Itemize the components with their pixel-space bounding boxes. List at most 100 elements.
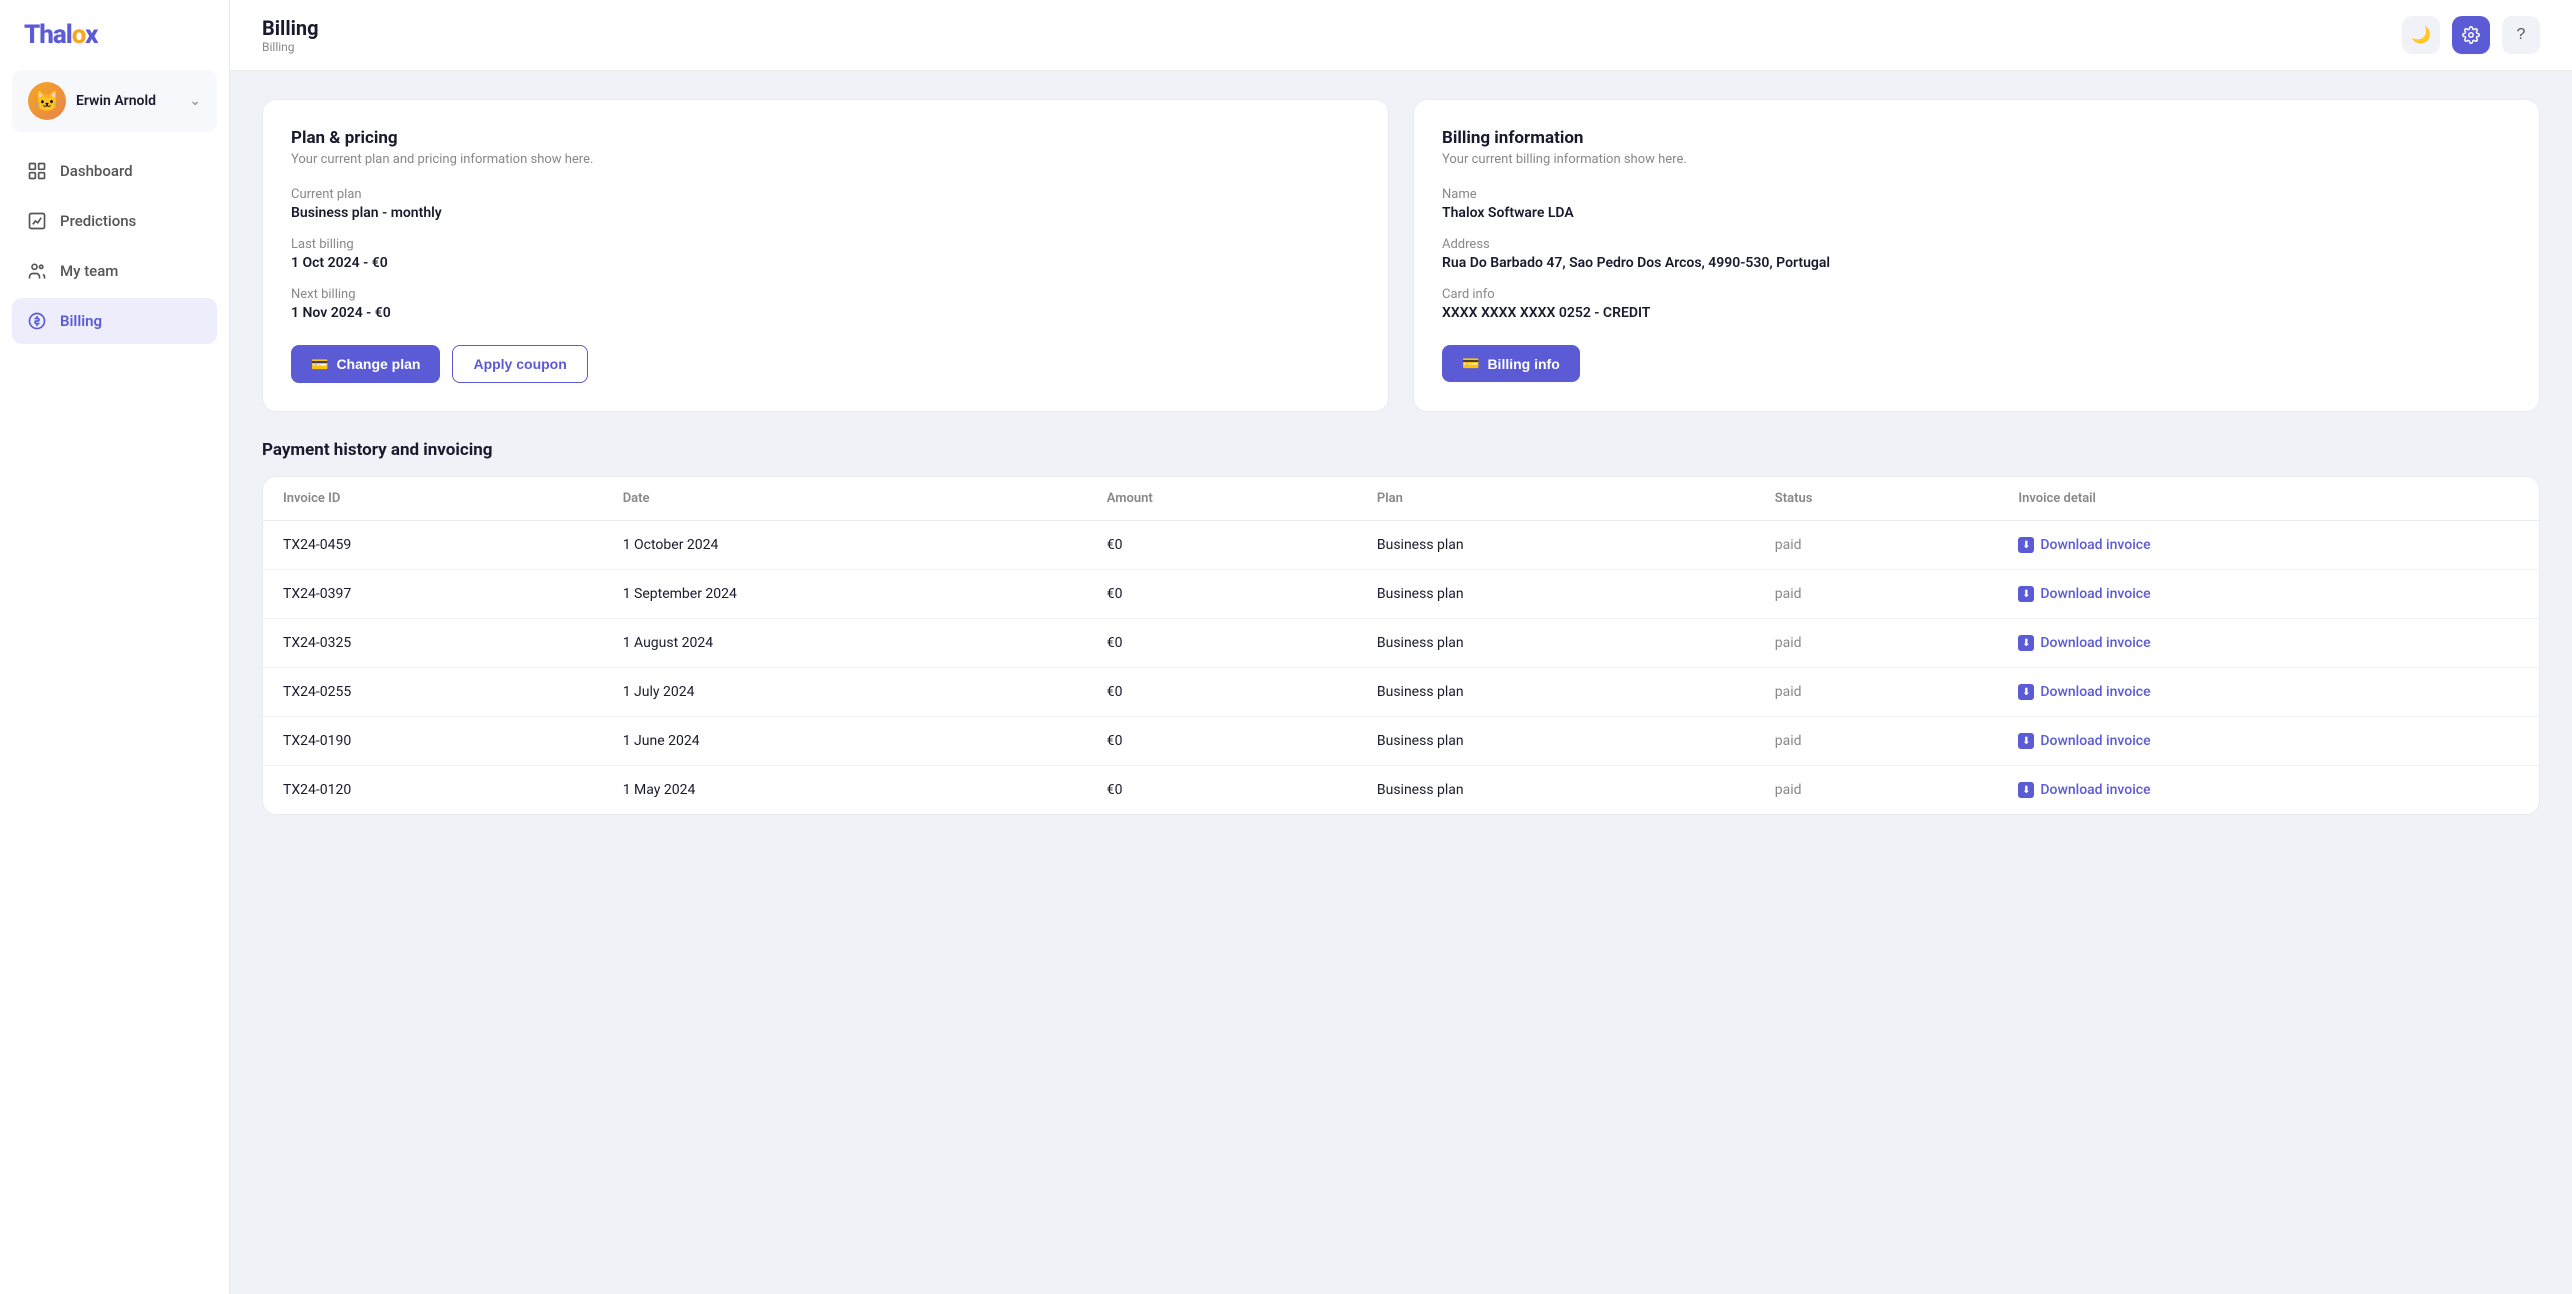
current-plan-section: Current plan Business plan - monthly [291,187,1360,221]
cell-date: 1 July 2024 [603,668,1087,717]
cell-invoice-detail: ⬇ Download invoice [1998,570,2539,619]
col-date: Date [603,477,1087,521]
cell-invoice-id: TX24-0190 [263,717,603,766]
download-invoice-link[interactable]: ⬇ Download invoice [2018,635,2519,651]
payment-history-section: Payment history and invoicing Invoice ID… [262,440,2540,815]
main-area: Billing Billing 🌙 ? Plan & pricing Your … [230,0,2572,1294]
user-section[interactable]: 🐱 Erwin Arnold ⌄ [12,70,217,132]
plan-card-actions: 💳 Change plan Apply coupon [291,345,1360,383]
billing-icon [26,310,48,332]
sidebar-item-label: My team [60,262,118,280]
billing-card-subtitle: Your current billing information show he… [1442,152,2511,167]
card-info-label: Card info [1442,287,2511,302]
last-billing-value: 1 Oct 2024 - €0 [291,255,1360,271]
cell-amount: €0 [1087,521,1357,570]
content-area: Plan & pricing Your current plan and pri… [230,71,2572,1294]
invoices-table-container: Invoice ID Date Amount Plan Status Invoi… [262,476,2540,815]
download-icon: ⬇ [2018,733,2034,749]
sidebar: Thalox 🐱 Erwin Arnold ⌄ Dashboard [0,0,230,1294]
download-invoice-link[interactable]: ⬇ Download invoice [2018,537,2519,553]
billing-address-section: Address Rua Do Barbado 47, Sao Pedro Dos… [1442,237,2511,271]
cell-amount: €0 [1087,668,1357,717]
page-title: Billing [262,16,319,40]
sidebar-item-label: Dashboard [60,162,133,180]
col-invoice-id: Invoice ID [263,477,603,521]
user-name: Erwin Arnold [76,93,189,109]
billing-card-actions: 💳 Billing info [1442,345,2511,382]
billing-name-section: Name Thalox Software LDA [1442,187,2511,221]
cell-plan: Business plan [1357,619,1755,668]
apply-coupon-button[interactable]: Apply coupon [452,345,587,383]
download-invoice-link[interactable]: ⬇ Download invoice [2018,733,2519,749]
avatar-emoji: 🐱 [35,89,60,113]
cell-plan: Business plan [1357,717,1755,766]
col-invoice-detail: Invoice detail [1998,477,2539,521]
cell-amount: €0 [1087,717,1357,766]
cell-status: paid [1755,668,1999,717]
current-plan-label: Current plan [291,187,1360,202]
chevron-down-icon: ⌄ [189,93,201,109]
cell-invoice-detail: ⬇ Download invoice [1998,668,2539,717]
cell-invoice-detail: ⬇ Download invoice [1998,766,2539,815]
last-billing-label: Last billing [291,237,1360,252]
cell-status: paid [1755,619,1999,668]
theme-toggle-button[interactable]: 🌙 [2402,16,2440,54]
table-row: TX24-0190 1 June 2024 €0 Business plan p… [263,717,2539,766]
cell-amount: €0 [1087,766,1357,815]
invoices-table: Invoice ID Date Amount Plan Status Invoi… [263,477,2539,814]
cell-invoice-id: TX24-0120 [263,766,603,815]
download-invoice-link[interactable]: ⬇ Download invoice [2018,782,2519,798]
cell-invoice-id: TX24-0459 [263,521,603,570]
settings-button[interactable] [2452,16,2490,54]
cell-plan: Business plan [1357,766,1755,815]
logo: Thalox [0,0,229,70]
sidebar-item-my-team[interactable]: My team [12,248,217,294]
sidebar-item-predictions[interactable]: Predictions [12,198,217,244]
change-plan-button[interactable]: 💳 Change plan [291,345,440,383]
download-icon: ⬇ [2018,782,2034,798]
sidebar-item-label: Predictions [60,212,136,230]
col-plan: Plan [1357,477,1755,521]
billing-card-section: Card info XXXX XXXX XXXX 0252 - CREDIT [1442,287,2511,321]
header-right: 🌙 ? [2402,16,2540,54]
breadcrumb: Billing [262,40,319,54]
cell-status: paid [1755,570,1999,619]
download-invoice-link[interactable]: ⬇ Download invoice [2018,586,2519,602]
table-header: Invoice ID Date Amount Plan Status Invoi… [263,477,2539,521]
cell-invoice-id: TX24-0325 [263,619,603,668]
billing-card-title: Billing information [1442,128,2511,148]
last-billing-section: Last billing 1 Oct 2024 - €0 [291,237,1360,271]
sidebar-item-dashboard[interactable]: Dashboard [12,148,217,194]
grid-icon [26,160,48,182]
download-icon: ⬇ [2018,684,2034,700]
team-icon [26,260,48,282]
help-button[interactable]: ? [2502,16,2540,54]
table-row: TX24-0325 1 August 2024 €0 Business plan… [263,619,2539,668]
sidebar-item-label: Billing [60,312,102,330]
download-icon: ⬇ [2018,537,2034,553]
cell-status: paid [1755,766,1999,815]
download-icon: ⬇ [2018,635,2034,651]
cell-amount: €0 [1087,570,1357,619]
download-invoice-link[interactable]: ⬇ Download invoice [2018,684,2519,700]
cell-date: 1 October 2024 [603,521,1087,570]
sidebar-item-billing[interactable]: Billing [12,298,217,344]
card-info-value: XXXX XXXX XXXX 0252 - CREDIT [1442,305,2511,321]
cell-status: paid [1755,717,1999,766]
cell-plan: Business plan [1357,570,1755,619]
cell-date: 1 August 2024 [603,619,1087,668]
cell-invoice-detail: ⬇ Download invoice [1998,521,2539,570]
billing-address-label: Address [1442,237,2511,252]
cell-plan: Business plan [1357,668,1755,717]
billing-address-value: Rua Do Barbado 47, Sao Pedro Dos Arcos, … [1442,255,2511,271]
plan-pricing-card: Plan & pricing Your current plan and pri… [262,99,1389,412]
table-body: TX24-0459 1 October 2024 €0 Business pla… [263,521,2539,815]
current-plan-value: Business plan - monthly [291,205,1360,221]
col-status: Status [1755,477,1999,521]
billing-info-button[interactable]: 💳 Billing info [1442,345,1580,382]
next-billing-label: Next billing [291,287,1360,302]
next-billing-section: Next billing 1 Nov 2024 - €0 [291,287,1360,321]
header-left: Billing Billing [262,16,319,54]
table-row: TX24-0255 1 July 2024 €0 Business plan p… [263,668,2539,717]
cards-row: Plan & pricing Your current plan and pri… [262,99,2540,412]
